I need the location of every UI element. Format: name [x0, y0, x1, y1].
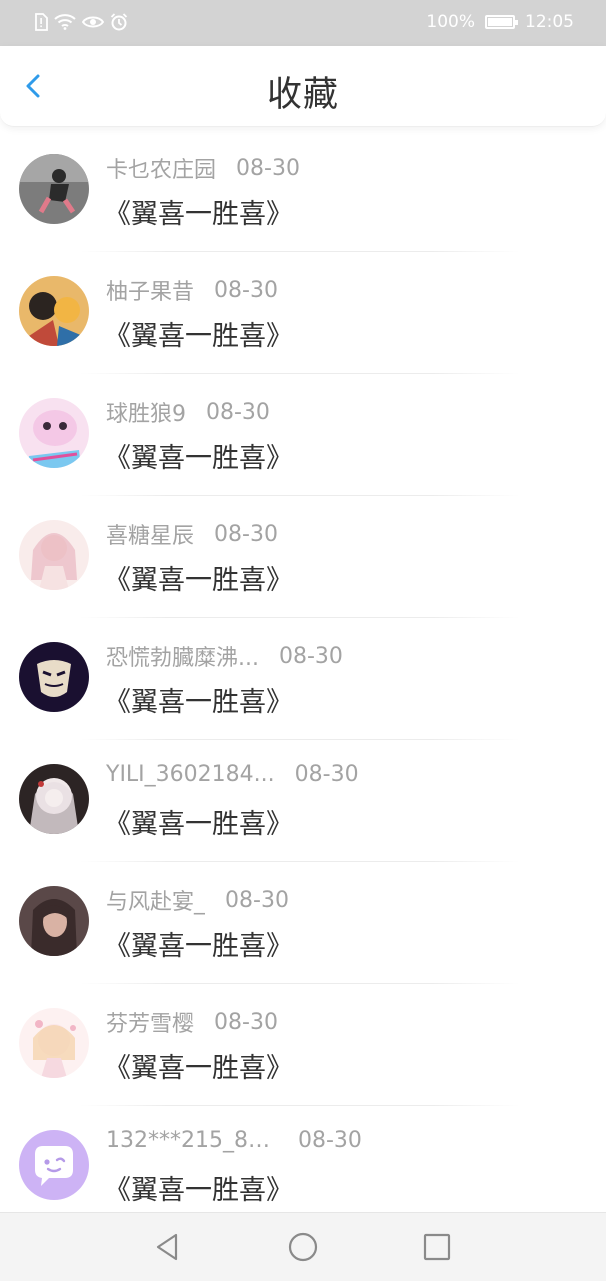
item-date: 08-30 — [236, 155, 300, 181]
list-item[interactable]: 喜糖星辰 08-30 《翼喜一胜喜》 — [0, 496, 606, 618]
item-date: 08-30 — [298, 1128, 362, 1153]
author-name[interactable]: 与风赴宴_ — [106, 884, 205, 916]
battery-icon — [485, 15, 518, 29]
list-item[interactable]: 柚子果昔 08-30 《翼喜一胜喜》 — [0, 252, 606, 374]
author-name[interactable]: 喜糖星辰 — [106, 518, 194, 550]
author-name[interactable]: 卡乜农庄园 — [106, 152, 216, 184]
item-title[interactable]: 《翼喜一胜喜》 — [104, 802, 293, 841]
author-name[interactable]: 柚子果昔 — [106, 274, 194, 306]
item-date: 08-30 — [214, 1009, 278, 1035]
item-date: 08-30 — [214, 277, 278, 303]
nav-back-button[interactable] — [152, 1231, 184, 1263]
sim-alert-icon — [34, 13, 48, 31]
square-recents-icon — [423, 1233, 451, 1261]
avatar[interactable] — [19, 520, 89, 590]
list-item[interactable]: 芬芳雪樱 08-30 《翼喜一胜喜》 — [0, 984, 606, 1106]
list-item[interactable]: 恐慌勃臓糜沸... 08-30 《翼喜一胜喜》 — [0, 618, 606, 740]
avatar[interactable] — [19, 642, 89, 712]
list-item[interactable]: 卡乜农庄园 08-30 《翼喜一胜喜》 — [0, 130, 606, 252]
list-item[interactable]: 球胜狼9 08-30 《翼喜一胜喜》 — [0, 374, 606, 496]
item-meta: YILI_3602184... 08-30 — [106, 762, 359, 787]
item-meta: 喜糖星辰 08-30 — [106, 518, 278, 550]
item-date: 08-30 — [214, 521, 278, 547]
item-title[interactable]: 《翼喜一胜喜》 — [104, 192, 293, 231]
item-meta: 卡乜农庄园 08-30 — [106, 152, 300, 184]
item-title[interactable]: 《翼喜一胜喜》 — [104, 436, 293, 475]
list-item[interactable]: YILI_3602184... 08-30 《翼喜一胜喜》 — [0, 740, 606, 862]
author-name[interactable]: 芬芳雪樱 — [106, 1006, 194, 1038]
item-date: 08-30 — [294, 762, 359, 787]
item-title[interactable]: 《翼喜一胜喜》 — [104, 558, 293, 597]
alarm-icon — [110, 13, 128, 31]
item-title[interactable]: 《翼喜一胜喜》 — [104, 924, 293, 963]
author-name[interactable]: 恐慌勃臓糜沸... — [106, 640, 259, 672]
page-title: 收藏 — [266, 75, 339, 115]
avatar[interactable] — [19, 1008, 89, 1078]
author-name[interactable]: YILI_3602184... — [106, 762, 275, 787]
system-navigation-bar — [0, 1212, 606, 1281]
status-bar: 100% 12:05 — [0, 0, 606, 46]
list-item[interactable]: 与风赴宴_ 08-30 《翼喜一胜喜》 — [0, 862, 606, 984]
list-item[interactable]: 132***215_80... 08-30 《翼喜一胜喜》 — [0, 1106, 606, 1228]
nav-recents-button[interactable] — [421, 1231, 453, 1263]
eye-comfort-icon — [82, 14, 104, 30]
status-icons-right: 100% 12:05 — [426, 12, 574, 32]
item-meta: 与风赴宴_ 08-30 — [106, 884, 289, 916]
item-meta: 柚子果昔 08-30 — [106, 274, 278, 306]
author-name[interactable]: 球胜狼9 — [106, 396, 186, 428]
avatar[interactable] — [19, 764, 89, 834]
circle-home-icon — [288, 1232, 318, 1262]
avatar[interactable] — [19, 276, 89, 346]
item-date: 08-30 — [206, 399, 270, 425]
author-name[interactable]: 132***215_80... — [106, 1128, 278, 1153]
item-title[interactable]: 《翼喜一胜喜》 — [104, 314, 293, 353]
avatar[interactable] — [19, 154, 89, 224]
item-title[interactable]: 《翼喜一胜喜》 — [104, 680, 293, 719]
item-meta: 132***215_80... 08-30 — [106, 1128, 362, 1153]
triangle-back-icon — [156, 1233, 178, 1261]
avatar[interactable] — [19, 886, 89, 956]
clock: 12:05 — [525, 12, 574, 32]
item-date: 08-30 — [225, 887, 289, 913]
item-meta: 芬芳雪樱 08-30 — [106, 1006, 278, 1038]
avatar[interactable] — [19, 1130, 89, 1200]
item-meta: 恐慌勃臓糜沸... 08-30 — [106, 640, 343, 672]
item-title[interactable]: 《翼喜一胜喜》 — [104, 1046, 293, 1085]
item-date: 08-30 — [278, 643, 343, 669]
status-icons-left — [34, 13, 128, 31]
item-title[interactable]: 《翼喜一胜喜》 — [104, 1168, 293, 1207]
wifi-icon — [54, 14, 76, 30]
avatar[interactable] — [19, 398, 89, 468]
nav-home-button[interactable] — [287, 1231, 319, 1263]
favorites-list: 卡乜农庄园 08-30 《翼喜一胜喜》 柚子果昔 08-30 《翼喜一胜喜》 球… — [0, 130, 606, 1228]
battery-percent: 100% — [426, 12, 475, 32]
navigation-bar: 收藏 — [0, 46, 606, 127]
item-meta: 球胜狼9 08-30 — [106, 396, 270, 428]
